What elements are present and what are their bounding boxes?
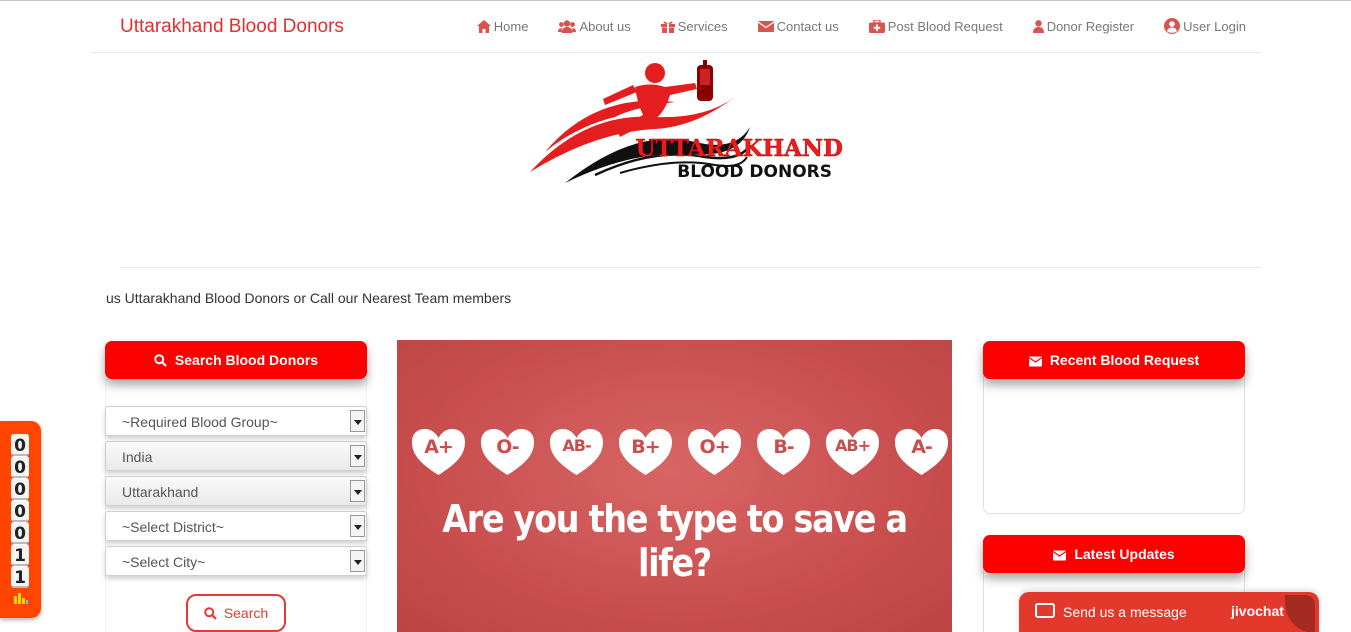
blood-type-label: A- [911, 436, 933, 458]
visitor-counter[interactable]: 0000011 [0, 421, 41, 618]
blood-type-heart: A+ [411, 428, 466, 476]
search-icon [204, 606, 217, 620]
recent-requests-title: Recent Blood Request [1049, 352, 1200, 368]
chat-widget[interactable]: Send us a message jivochat [1019, 592, 1319, 632]
search-donors-header[interactable]: Search Blood Donors [105, 341, 367, 379]
blood-type-label: O+ [699, 436, 730, 458]
user-circle-icon [1164, 18, 1181, 34]
select-value: ~Select City~ [122, 554, 206, 570]
users-icon [558, 19, 577, 33]
latest-updates-title: Latest Updates [1074, 546, 1175, 562]
select-value: India [122, 449, 153, 465]
chevron-down-icon[interactable] [350, 480, 365, 502]
nav-label: User Login [1183, 18, 1246, 34]
counter-digit: 1 [11, 566, 29, 588]
search-panel: Search Blood Donors ~Required Blood Grou… [105, 341, 367, 632]
banner-tagline: Are you the type to save a life? [442, 497, 908, 585]
blood-type-heart: B- [756, 428, 811, 476]
home-icon [476, 19, 491, 33]
divider [120, 267, 1260, 268]
blood-type-label: O- [496, 436, 519, 458]
envelope-icon [757, 20, 774, 33]
nav-services[interactable]: Services [660, 18, 728, 34]
nav-menu: Home About us Services Contact us Post B… [447, 18, 1246, 34]
nav-post-request[interactable]: Post Blood Request [868, 18, 1003, 34]
nav-label: About us [579, 18, 631, 34]
envelope-icon [1028, 354, 1043, 367]
blood-type-label: AB+ [835, 436, 871, 455]
recent-requests-header[interactable]: Recent Blood Request [983, 341, 1245, 379]
nav-home[interactable]: Home [476, 18, 529, 34]
logo-line1: UTTARAKHAND [635, 135, 843, 162]
hero-banner: A+ O- AB- B+ O+ B- AB+ A- Are you the type to s… [397, 340, 952, 632]
counter-digit: 0 [11, 500, 29, 522]
logo-line2: BLOOD DONORS [677, 162, 832, 182]
top-navbar: Uttarakhand Blood Donors Home About us S… [90, 1, 1260, 53]
user-icon [1032, 19, 1044, 33]
blood-type-heart: B+ [618, 428, 673, 476]
nav-user-login[interactable]: User Login [1164, 18, 1246, 34]
country-select[interactable]: India [105, 441, 367, 471]
site-logo[interactable]: UTTARAKHAND BLOOD DONORS [525, 57, 850, 187]
blood-type-label: AB- [562, 436, 591, 455]
city-select[interactable]: ~Select City~ [105, 546, 367, 576]
blood-type-heart: AB- [549, 428, 604, 476]
chevron-down-icon[interactable] [350, 410, 365, 432]
nav-label: Donor Register [1046, 18, 1135, 34]
message-icon [1035, 603, 1055, 618]
select-value: ~Select District~ [122, 519, 224, 535]
latest-updates-header[interactable]: Latest Updates [983, 535, 1245, 573]
chat-brand: jivochat [1231, 603, 1284, 619]
blood-type-label: B+ [631, 436, 660, 458]
search-button[interactable]: Search [186, 594, 286, 632]
state-select[interactable]: Uttarakhand [105, 476, 367, 506]
blood-type-label: A+ [424, 436, 454, 458]
gift-icon [660, 20, 675, 33]
nav-label: Contact us [776, 18, 839, 34]
chevron-down-icon[interactable] [350, 550, 365, 572]
nav-label: Home [493, 18, 529, 34]
envelope-icon [1052, 548, 1067, 561]
blood-type-heart: O- [480, 428, 535, 476]
counter-digit: 1 [11, 544, 29, 566]
nav-donor-register[interactable]: Donor Register [1032, 18, 1135, 34]
counter-digit: 0 [11, 478, 29, 500]
search-icon [154, 353, 167, 367]
chevron-down-icon[interactable] [350, 515, 365, 537]
blood-type-heart: A- [894, 428, 949, 476]
search-panel-title: Search Blood Donors [174, 352, 319, 368]
marquee-text: us Uttarakhand Blood Donors or Call our … [106, 290, 512, 306]
chevron-down-icon[interactable] [350, 445, 365, 467]
select-value: Uttarakhand [122, 484, 199, 500]
blood-type-hearts: A+ O- AB- B+ O+ B- AB+ A- [411, 428, 949, 476]
blood-type-label: B- [773, 436, 794, 458]
nav-label: Post Blood Request [887, 18, 1003, 34]
chat-corner [1285, 595, 1315, 632]
bar-chart-icon [14, 591, 28, 604]
search-button-label: Search [223, 605, 269, 621]
blood-type-heart: AB+ [825, 428, 880, 476]
counter-digit: 0 [11, 434, 29, 456]
district-select[interactable]: ~Select District~ [105, 511, 367, 541]
nav-about[interactable]: About us [558, 18, 631, 34]
blood-type-heart: O+ [687, 428, 742, 476]
brand-name[interactable]: Uttarakhand Blood Donors [120, 16, 344, 38]
nav-contact[interactable]: Contact us [757, 18, 839, 34]
select-value: ~Required Blood Group~ [122, 414, 278, 430]
blood-group-select[interactable]: ~Required Blood Group~ [105, 406, 367, 436]
counter-digit: 0 [11, 522, 29, 544]
counter-digit: 0 [11, 456, 29, 478]
chat-message-label: Send us a message [1063, 604, 1187, 620]
nav-label: Services [677, 18, 728, 34]
medkit-icon [868, 18, 885, 33]
